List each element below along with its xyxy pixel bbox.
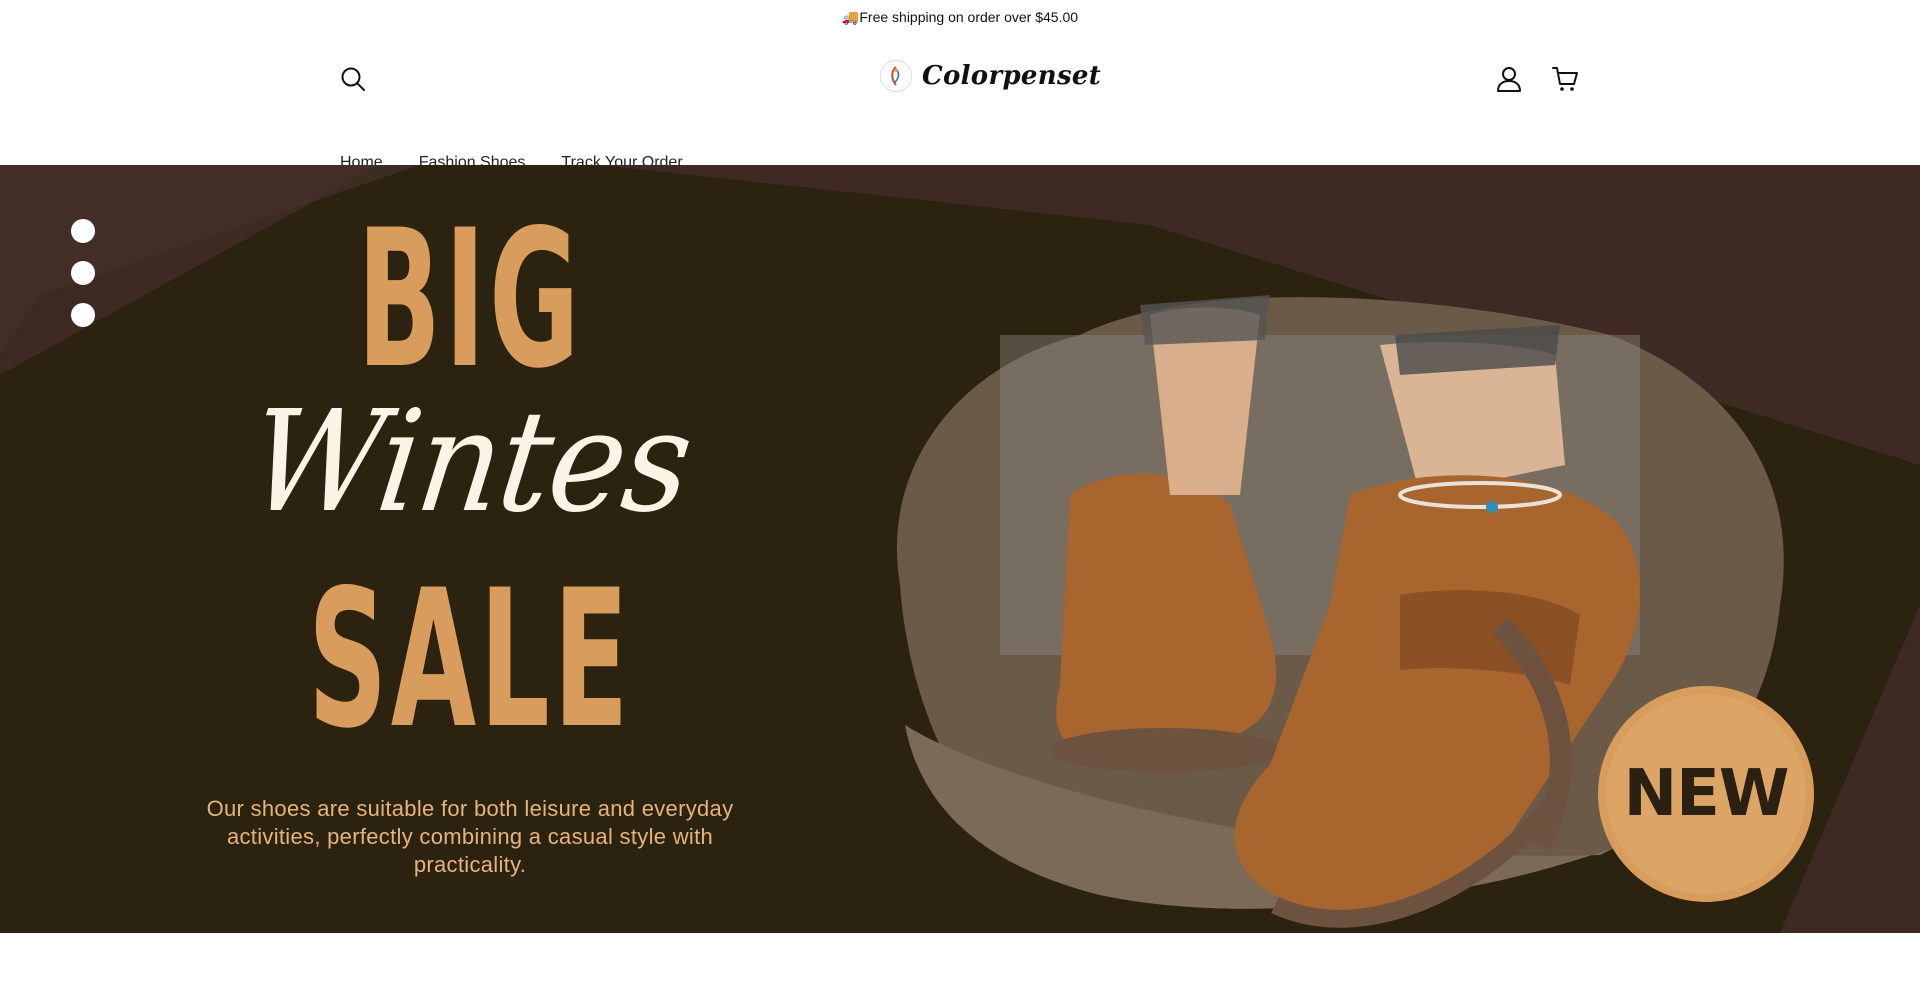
logo-emblem-icon <box>880 60 912 92</box>
badge-text: NEW <box>1623 757 1790 831</box>
cart-icon <box>1552 67 1578 91</box>
user-icon <box>1497 67 1521 92</box>
headline-big: BIG <box>357 189 583 410</box>
new-badge: NEW <box>1595 683 1817 905</box>
hero-banner[interactable]: BIG Wintes SALE Our shoes are suitable f… <box>0 165 1920 933</box>
search-button[interactable] <box>336 62 370 96</box>
hero-headline: BIG Wintes SALE Our shoes are suitable f… <box>190 165 750 933</box>
slide-dot-2[interactable] <box>71 261 95 285</box>
cart-button[interactable] <box>1548 62 1582 96</box>
page-content-below <box>0 933 1920 993</box>
hero-description: Our shoes are suitable for both leisure … <box>206 796 734 877</box>
site-logo[interactable]: Colorpenset <box>880 60 1101 92</box>
site-header: Colorpenset Home Fashion Shoes Track You… <box>0 34 1920 171</box>
announcement-bar: 🚚Free shipping on order over $45.00 <box>0 0 1920 34</box>
headline-sale: SALE <box>307 549 633 770</box>
announcement-text: 🚚Free shipping on order over $45.00 <box>841 8 1079 25</box>
search-icon <box>341 67 365 91</box>
slide-dot-1[interactable] <box>71 219 95 243</box>
slide-indicators <box>71 219 95 327</box>
headline-script: Wintes <box>240 381 700 544</box>
account-button[interactable] <box>1492 62 1526 96</box>
logo-text: Colorpenset <box>922 61 1102 91</box>
slide-dot-3[interactable] <box>71 303 95 327</box>
